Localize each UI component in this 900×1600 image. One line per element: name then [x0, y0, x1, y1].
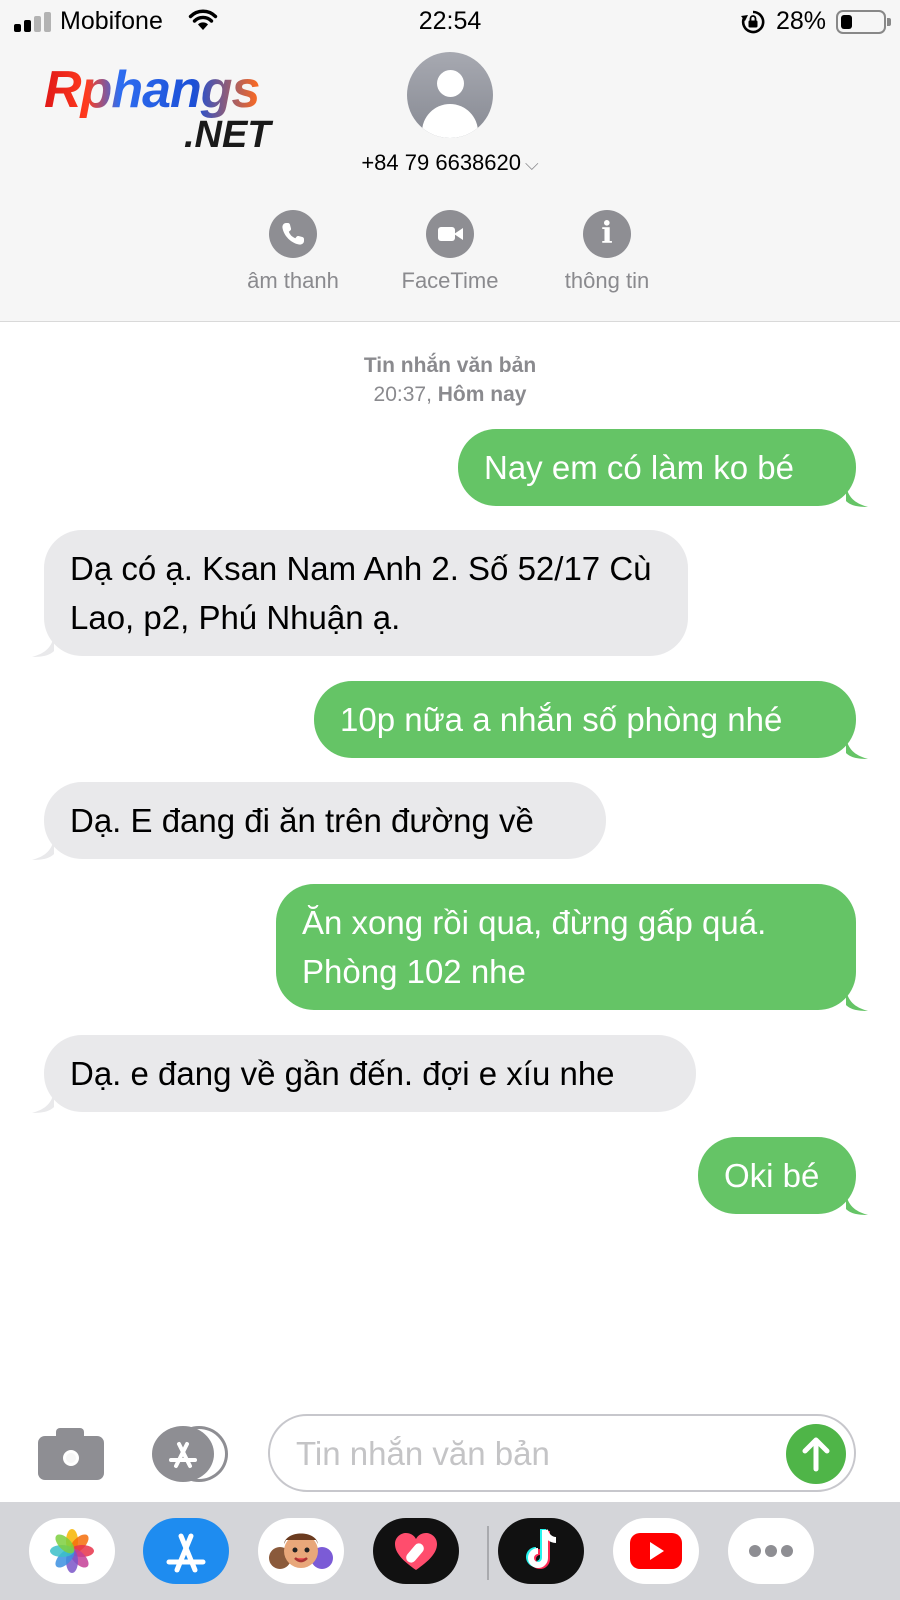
more-apps-icon[interactable] — [728, 1518, 814, 1584]
phone-icon — [269, 210, 317, 258]
thread-day: Hôm nay — [437, 383, 527, 406]
facetime-button[interactable]: FaceTime — [375, 210, 525, 294]
conversation-header: Mobifone 22:54 28% Rphangs .NET +84 79 6… — [0, 0, 900, 322]
message-bubble-outgoing[interactable]: Oki bé — [698, 1137, 868, 1215]
message-bubble-incoming[interactable]: Dạ. E đang đi ăn trên đường về — [32, 782, 606, 860]
status-bar: Mobifone 22:54 28% — [0, 0, 900, 44]
message-text: Nay em có làm ko bé — [484, 449, 794, 486]
contact-avatar[interactable] — [407, 52, 493, 138]
app-drawer-divider — [487, 1526, 489, 1580]
app-store-button[interactable] — [152, 1426, 230, 1482]
send-arrow-icon — [802, 1437, 830, 1472]
message-bubble-outgoing[interactable]: Ăn xong rồi qua, đừng gấp quá. Phòng 102… — [276, 884, 868, 1011]
photos-app-icon[interactable] — [29, 1518, 115, 1584]
youtube-app-icon[interactable] — [613, 1518, 699, 1584]
battery-percent: 28% — [776, 7, 827, 35]
camera-button[interactable] — [36, 1426, 106, 1480]
info-icon: i — [583, 210, 631, 258]
battery-icon — [836, 10, 891, 34]
app-store-app-icon[interactable] — [143, 1518, 229, 1584]
thread-timestamp: Tin nhắn văn bản 20:37, Hôm nay — [0, 351, 900, 409]
send-button[interactable] — [786, 1424, 846, 1484]
message-text: Dạ có ạ. Ksan Nam Anh 2. Số 52/17 Cù Lao… — [70, 550, 652, 636]
audio-call-label: âm thanh — [247, 268, 339, 293]
rotation-lock-icon — [741, 10, 765, 34]
message-bubble-outgoing[interactable]: 10p nữa a nhắn số phòng nhé — [314, 681, 868, 759]
chevron-down-icon: ⌵ — [525, 154, 539, 174]
watermark-logo: Rphangs .NET — [44, 60, 324, 160]
facetime-label: FaceTime — [401, 268, 499, 293]
message-bubble-incoming[interactable]: Dạ. e đang về gần đến. đợi e xíu nhe — [32, 1035, 696, 1113]
info-button[interactable]: i thông tin — [532, 210, 682, 294]
message-input[interactable] — [296, 1430, 756, 1478]
audio-call-button[interactable]: âm thanh — [218, 210, 368, 294]
message-text: Oki bé — [724, 1157, 820, 1194]
video-camera-icon — [426, 210, 474, 258]
message-text: Dạ. e đang về gần đến. đợi e xíu nhe — [70, 1055, 615, 1092]
digital-touch-app-icon[interactable] — [373, 1518, 459, 1584]
message-input-container — [268, 1414, 856, 1492]
info-label: thông tin — [564, 268, 650, 293]
message-bubble-outgoing[interactable]: Nay em có làm ko bé — [458, 429, 868, 507]
watermark-logo-main: Rphangs — [44, 61, 260, 119]
tiktok-app-icon[interactable] — [498, 1518, 584, 1584]
message-text: Ăn xong rồi qua, đừng gấp quá. Phòng 102… — [302, 904, 767, 990]
thread-time: 20:37, — [373, 383, 432, 406]
contact-name: +84 79 6638620 — [361, 150, 521, 175]
contact-name-button[interactable]: +84 79 6638620 ⌵ — [0, 150, 900, 176]
memoji-app-icon[interactable] — [258, 1518, 344, 1584]
battery-level — [841, 15, 852, 29]
message-text: 10p nữa a nhắn số phòng nhé — [340, 701, 783, 738]
app-drawer — [0, 1502, 900, 1600]
message-text: Dạ. E đang đi ăn trên đường về — [70, 802, 534, 839]
message-bubble-incoming[interactable]: Dạ có ạ. Ksan Nam Anh 2. Số 52/17 Cù Lao… — [32, 530, 688, 657]
message-type-label: Tin nhắn văn bản — [363, 354, 537, 377]
